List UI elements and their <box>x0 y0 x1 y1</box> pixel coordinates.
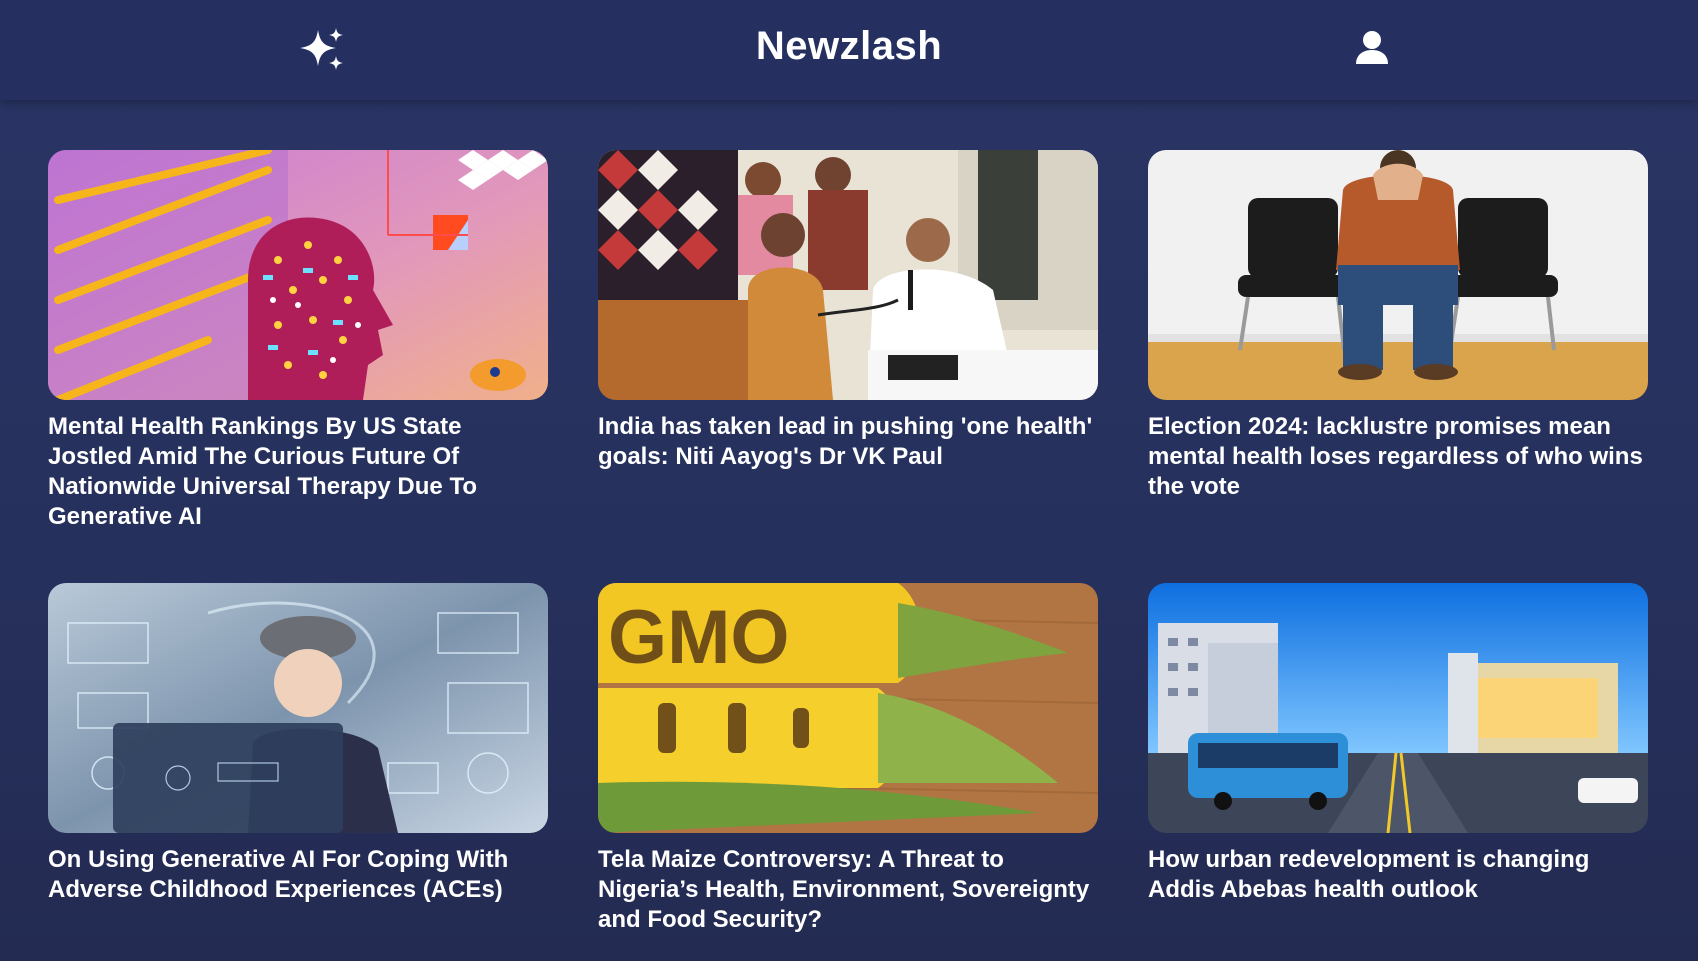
top-bar: Newzlash <box>0 0 1698 100</box>
article-card[interactable]: Election 2024: lacklustre promises mean … <box>1148 150 1648 502</box>
article-card[interactable]: On Using Generative AI For Coping With A… <box>48 583 548 905</box>
article-image[interactable] <box>1148 583 1648 833</box>
article-title[interactable]: How urban redevelopment is changing Addi… <box>1148 845 1648 905</box>
user-icon[interactable] <box>1352 28 1392 68</box>
article-card[interactable]: Mental Health Rankings By US State Jostl… <box>48 150 548 532</box>
article-image[interactable] <box>598 150 1098 400</box>
article-card[interactable]: GMO Tela Maize Controversy: A Threat to … <box>598 583 1098 935</box>
article-image[interactable]: GMO <box>598 583 1098 833</box>
article-image[interactable] <box>1148 150 1648 400</box>
article-title[interactable]: On Using Generative AI For Coping With A… <box>48 845 548 905</box>
article-image[interactable] <box>48 150 548 400</box>
article-title[interactable]: India has taken lead in pushing 'one hea… <box>598 412 1098 472</box>
corn-lettering: GMO <box>608 595 790 680</box>
article-title[interactable]: Tela Maize Controversy: A Threat to Nige… <box>598 845 1098 935</box>
article-card[interactable]: How urban redevelopment is changing Addi… <box>1148 583 1648 905</box>
article-title[interactable]: Mental Health Rankings By US State Jostl… <box>48 412 548 532</box>
article-title[interactable]: Election 2024: lacklustre promises mean … <box>1148 412 1648 502</box>
article-card[interactable]: India has taken lead in pushing 'one hea… <box>598 150 1098 472</box>
article-image[interactable] <box>48 583 548 833</box>
app-title: Newzlash <box>755 24 943 68</box>
